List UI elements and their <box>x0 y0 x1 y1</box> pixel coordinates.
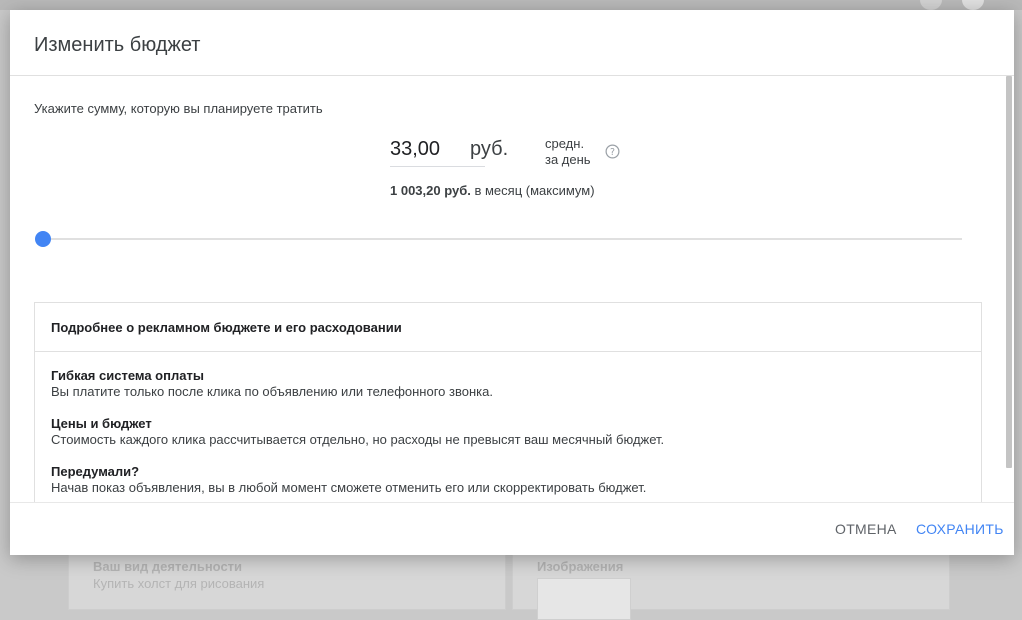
currency-label: руб. <box>470 138 509 160</box>
info-item-pricing: Цены и бюджет Стоимость каждого клика ра… <box>51 416 664 448</box>
monthly-budget-text: 1 003,20 руб. в месяц (максимум) <box>390 183 595 198</box>
background-card-images: Изображения <box>512 548 950 620</box>
background-icon <box>920 0 942 10</box>
background-card-subtitle: Купить холст для рисования <box>93 576 265 591</box>
background-image-thumbnail <box>537 578 631 620</box>
monthly-budget-amount: 1 003,20 руб. <box>390 183 471 198</box>
dialog-body: Укажите сумму, которую вы планируете тра… <box>10 76 1004 502</box>
budget-info-panel: Подробнее о рекламном бюджете и его расх… <box>34 302 982 502</box>
save-button[interactable]: СОХРАНИТЬ <box>916 521 1004 537</box>
info-item-heading: Передумали? <box>51 464 140 479</box>
background-card-activity: Ваш вид деятельности Купить холст для ри… <box>68 548 506 610</box>
budget-slider-track[interactable] <box>44 238 962 240</box>
question-circle-icon[interactable]: ? <box>605 144 620 159</box>
period-label-line1: средн. <box>545 136 585 151</box>
monthly-budget-suffix: в месяц (максимум) <box>470 183 595 198</box>
info-item-text: Начав показ объявления, вы в любой момен… <box>51 480 647 495</box>
dialog-header: Изменить бюджет <box>10 10 1014 76</box>
period-label-line2: за день <box>545 152 591 167</box>
info-item-changed-mind: Передумали? Начав показ объявления, вы в… <box>51 464 646 496</box>
background-card-title: Изображения <box>537 559 624 574</box>
period-label: средн. за день <box>545 136 605 168</box>
info-item-heading: Цены и бюджет <box>51 416 152 431</box>
budget-slider-handle[interactable] <box>35 231 51 247</box>
dialog-scrollbar[interactable] <box>1006 76 1012 468</box>
budget-prompt: Укажите сумму, которую вы планируете тра… <box>34 101 323 116</box>
cancel-button[interactable]: ОТМЕНА <box>835 521 897 537</box>
info-item-text: Стоимость каждого клика рассчитывается о… <box>51 432 665 447</box>
info-item-payment: Гибкая система оплаты Вы платите только … <box>51 368 493 400</box>
background-avatar <box>962 0 984 10</box>
background-card-title: Ваш вид деятельности <box>93 559 243 574</box>
budget-info-title: Подробнее о рекламном бюджете и его расх… <box>51 320 402 335</box>
dialog-title: Изменить бюджет <box>34 34 201 56</box>
budget-amount-value: 33,00 <box>390 138 441 160</box>
svg-text:?: ? <box>610 147 615 158</box>
dialog-footer: ОТМЕНА СОХРАНИТЬ <box>10 502 1014 556</box>
info-item-text: Вы платите только после клика по объявле… <box>51 384 493 399</box>
info-item-heading: Гибкая система оплаты <box>51 368 204 383</box>
budget-info-header: Подробнее о рекламном бюджете и его расх… <box>35 303 981 352</box>
edit-budget-dialog: Изменить бюджет Укажите сумму, которую в… <box>10 10 1014 555</box>
background-top-bar <box>0 0 1022 10</box>
